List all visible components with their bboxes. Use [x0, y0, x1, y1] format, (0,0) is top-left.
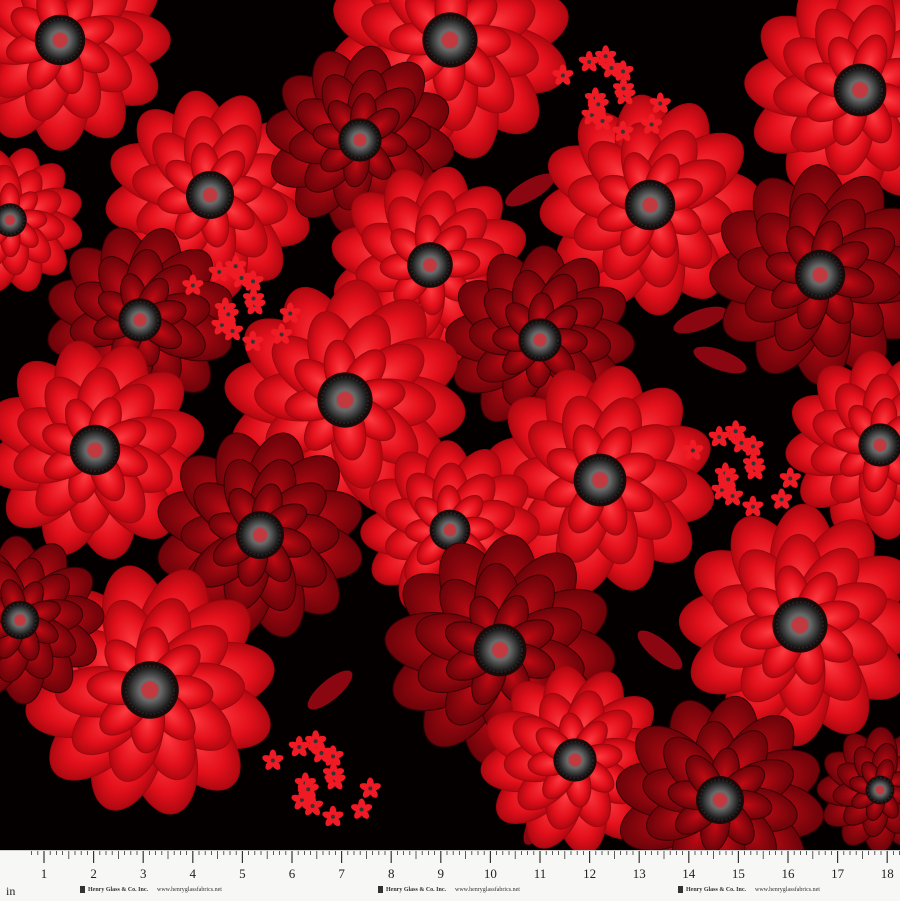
brand-logo-icon — [678, 886, 683, 893]
brand-logo-icon — [378, 886, 383, 893]
ruler-number: 13 — [632, 866, 646, 881]
ruler-number: 16 — [781, 866, 795, 881]
leaf — [637, 630, 683, 670]
ruler-number: 15 — [731, 866, 745, 881]
brand-logo-icon — [80, 886, 85, 893]
leaf — [693, 346, 747, 374]
brand-url: www.henryglassfabrics.net — [755, 886, 820, 893]
ruler-number: 4 — [189, 866, 197, 881]
ruler-number: 14 — [682, 866, 696, 881]
ruler-number: 10 — [483, 866, 497, 881]
brand-name: Henry Glass & Co. Inc. — [686, 886, 746, 893]
ruler-number: 11 — [533, 866, 547, 881]
ruler-ticks — [31, 851, 900, 863]
brand-url: www.henryglassfabrics.net — [157, 886, 222, 893]
brand-name: Henry Glass & Co. Inc. — [386, 886, 446, 893]
leaf — [673, 306, 727, 334]
ruler-number: 17 — [831, 866, 845, 881]
flower-pattern — [0, 0, 900, 850]
ruler-unit-label: in — [6, 884, 16, 898]
small-flower-cluster — [262, 730, 381, 827]
leaf — [307, 670, 353, 710]
floral-fabric-print — [0, 0, 900, 850]
selvage-brand: Henry Glass & Co. Inc. www.henryglassfab… — [378, 886, 520, 893]
red-flower — [678, 503, 900, 747]
brand-name: Henry Glass & Co. Inc. — [88, 886, 148, 893]
ruler-number: 9 — [437, 866, 445, 881]
ruler-number: 6 — [288, 866, 296, 881]
brand-url: www.henryglassfabrics.net — [455, 886, 520, 893]
ruler-number: 7 — [338, 866, 345, 881]
selvage-ruler: 1 2 3 4 5 6 7 8 9 10 11 12 13 14 15 16 17 18 in Henry Gla… — [0, 850, 900, 901]
red-flower — [816, 726, 900, 850]
ruler-number: 5 — [239, 866, 246, 881]
selvage-brand: Henry Glass & Co. Inc. www.henryglassfab… — [80, 886, 222, 893]
ruler-number: 2 — [90, 866, 97, 881]
ruler-number: 3 — [139, 866, 147, 881]
ruler-number: 8 — [387, 866, 395, 881]
ruler-number: 12 — [583, 866, 597, 881]
selvage-brand: Henry Glass & Co. Inc. www.henryglassfab… — [678, 886, 820, 893]
ruler-number: 1 — [40, 866, 48, 881]
ruler-number: 18 — [880, 866, 894, 881]
